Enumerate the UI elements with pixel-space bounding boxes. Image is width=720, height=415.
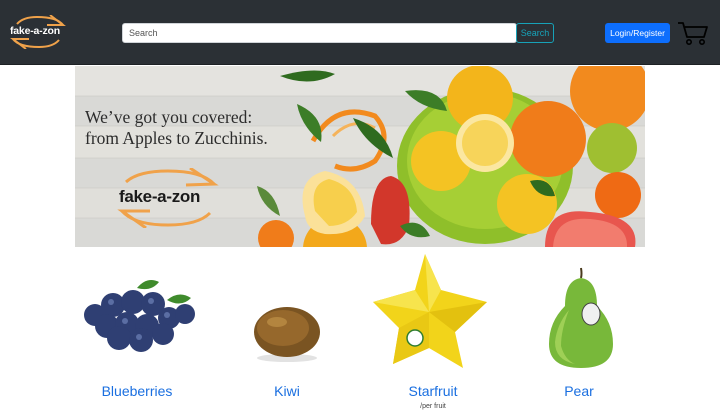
- product-card[interactable]: Starfruit /per fruit: [363, 250, 503, 415]
- product-name[interactable]: Kiwi: [217, 383, 357, 399]
- brand-name: fake-a-zon: [10, 25, 60, 37]
- brand-logo[interactable]: fake-a-zon: [7, 15, 69, 49]
- search-button[interactable]: Search: [516, 23, 554, 43]
- hero-tagline-line-1: We’ve got you covered:: [85, 107, 253, 127]
- product-name[interactable]: Starfruit: [363, 383, 503, 399]
- kiwi-image: [254, 307, 320, 362]
- product-card[interactable]: Pear: [509, 250, 649, 415]
- product-name[interactable]: Pear: [509, 383, 649, 399]
- blueberries-image: [84, 280, 195, 352]
- search-input[interactable]: [122, 23, 517, 43]
- hero-tagline-line-2: from Apples to Zucchinis.: [85, 128, 268, 148]
- hero-banner: We’ve got you covered: from Apples to Zu…: [75, 66, 645, 247]
- login-register-button[interactable]: Login/Register: [605, 23, 670, 43]
- starfruit-image: [373, 254, 487, 368]
- product-card[interactable]: Kiwi: [217, 250, 357, 415]
- top-navbar: fake-a-zon Search Login/Register: [0, 0, 720, 65]
- shopping-cart-icon[interactable]: [677, 20, 709, 46]
- hero-tagline: We’ve got you covered: from Apples to Zu…: [85, 107, 325, 149]
- hero-brand-name: fake-a-zon: [119, 187, 201, 206]
- pear-image: [549, 267, 613, 368]
- product-card[interactable]: Blueberries: [67, 250, 207, 415]
- hero-brand-logo: fake-a-zon: [110, 168, 226, 228]
- product-subtext: /per fruit: [420, 403, 446, 410]
- product-name[interactable]: Blueberries: [67, 383, 207, 399]
